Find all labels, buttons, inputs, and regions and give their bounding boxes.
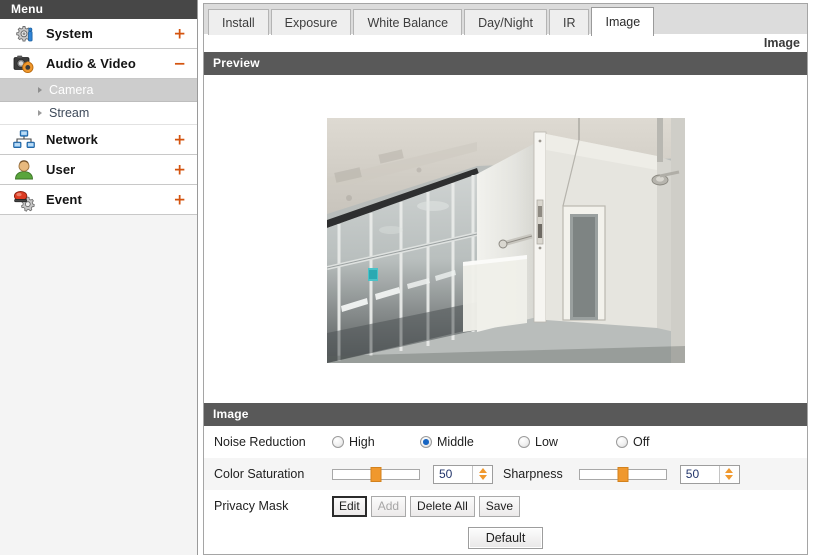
radio-label: High	[349, 435, 375, 449]
image-section-header: Image	[204, 403, 807, 426]
radio-indicator[interactable]	[616, 436, 628, 448]
sidebar-item-system[interactable]: System +	[0, 19, 197, 49]
spinner-up-icon[interactable]	[725, 468, 734, 473]
default-button-row: Default	[204, 522, 807, 554]
color-saturation-spinner[interactable]	[433, 464, 493, 484]
radio-indicator[interactable]	[518, 436, 530, 448]
radio-label: Off	[633, 435, 650, 449]
color-saturation-row: Color Saturation Sharpness	[204, 458, 807, 490]
radio-option-middle[interactable]: Middle	[420, 435, 510, 449]
radio-indicator[interactable]	[420, 436, 432, 448]
noise-reduction-label: Noise Reduction	[214, 435, 306, 449]
tab-exposure[interactable]: Exposure	[270, 9, 352, 35]
radio-indicator[interactable]	[332, 436, 344, 448]
tab-day-night[interactable]: Day/Night	[464, 9, 547, 35]
color-saturation-input[interactable]	[434, 465, 472, 483]
sharpness-slider[interactable]	[578, 466, 667, 482]
camera-settings-window: Menu System + Audio & Video − Camera Str…	[0, 0, 813, 555]
sidebar-item-label: Audio & Video	[46, 56, 136, 71]
radio-option-off[interactable]: Off	[616, 435, 649, 449]
network-icon	[12, 128, 36, 152]
preview-section-header: Preview	[204, 52, 807, 75]
privacy-mask-save-button[interactable]: Save	[478, 495, 521, 517]
sidebar-item-label: System	[46, 26, 93, 41]
sidebar-subitem-label: Camera	[49, 83, 94, 97]
content-panel: Preview Image Noise Reduction High Middl…	[203, 52, 808, 555]
radio-label: Low	[535, 435, 558, 449]
tab-install[interactable]: Install	[208, 9, 269, 35]
privacy-mask-row: Privacy Mask Edit Add Delete All Save	[204, 490, 807, 522]
sidebar-empty-area	[0, 215, 197, 530]
event-alarm-icon	[12, 188, 36, 212]
sharpness-label: Sharpness	[503, 467, 563, 481]
sidebar: Menu System + Audio & Video − Camera Str…	[0, 0, 198, 555]
noise-reduction-row: Noise Reduction High Middle Low Off	[204, 426, 807, 458]
sidebar-subitem-stream[interactable]: Stream	[0, 102, 197, 125]
sidebar-subitem-camera[interactable]: Camera	[0, 79, 197, 102]
privacy-mask-delete-all-button[interactable]: Delete All	[410, 495, 475, 517]
spinner-up-icon[interactable]	[478, 468, 487, 473]
sidebar-item-audio-video[interactable]: Audio & Video −	[0, 49, 197, 79]
chevron-right-icon	[38, 87, 42, 93]
image-settings-form: Noise Reduction High Middle Low Off Colo…	[204, 426, 807, 554]
sidebar-item-network[interactable]: Network +	[0, 125, 197, 155]
chevron-right-icon	[38, 110, 42, 116]
expand-toggle-icon[interactable]: +	[173, 26, 186, 41]
slider-knob[interactable]	[370, 466, 382, 482]
color-saturation-slider[interactable]	[332, 466, 420, 482]
tab-white-balance[interactable]: White Balance	[353, 9, 463, 35]
sidebar-item-user[interactable]: User +	[0, 155, 197, 185]
collapse-toggle-icon[interactable]: −	[173, 56, 186, 71]
tabstrip: Install Exposure White Balance Day/Night…	[203, 3, 808, 36]
main-content: Install Exposure White Balance Day/Night…	[198, 0, 813, 555]
spinner-arrows[interactable]	[472, 465, 492, 483]
privacy-mask-edit-button[interactable]: Edit	[332, 495, 367, 517]
system-gear-icon	[12, 22, 36, 46]
tabstrip-container: Install Exposure White Balance Day/Night…	[198, 0, 813, 36]
preview-area	[204, 75, 807, 403]
color-saturation-label: Color Saturation	[214, 467, 305, 481]
expand-toggle-icon[interactable]: +	[173, 192, 186, 207]
sharpness-input[interactable]	[680, 465, 719, 483]
privacy-mask-label: Privacy Mask	[214, 499, 289, 513]
spinner-arrows[interactable]	[718, 465, 739, 483]
sharpness-spinner[interactable]	[679, 464, 740, 484]
radio-option-high[interactable]: High	[332, 435, 412, 449]
page-title: Image	[203, 34, 808, 52]
camera-icon	[12, 52, 36, 76]
noise-reduction-radio-group: High Middle Low Off	[332, 435, 657, 449]
privacy-mask-add-button[interactable]: Add	[370, 495, 407, 517]
radio-label: Middle	[437, 435, 474, 449]
radio-option-low[interactable]: Low	[518, 435, 608, 449]
spinner-down-icon[interactable]	[478, 475, 487, 480]
expand-toggle-icon[interactable]: +	[173, 132, 186, 147]
camera-preview-image[interactable]	[326, 117, 685, 363]
sidebar-item-event[interactable]: Event +	[0, 185, 197, 215]
spinner-down-icon[interactable]	[725, 475, 734, 480]
slider-knob[interactable]	[617, 466, 629, 482]
tab-ir[interactable]: IR	[548, 9, 590, 35]
sidebar-item-label: User	[46, 162, 76, 177]
default-button[interactable]: Default	[467, 527, 544, 549]
expand-toggle-icon[interactable]: +	[173, 162, 186, 177]
sidebar-header: Menu	[0, 0, 197, 19]
user-icon	[12, 158, 36, 182]
sidebar-item-label: Event	[46, 192, 82, 207]
sidebar-subitem-label: Stream	[49, 106, 90, 120]
tab-image[interactable]: Image	[591, 7, 655, 36]
sidebar-item-label: Network	[46, 132, 98, 147]
